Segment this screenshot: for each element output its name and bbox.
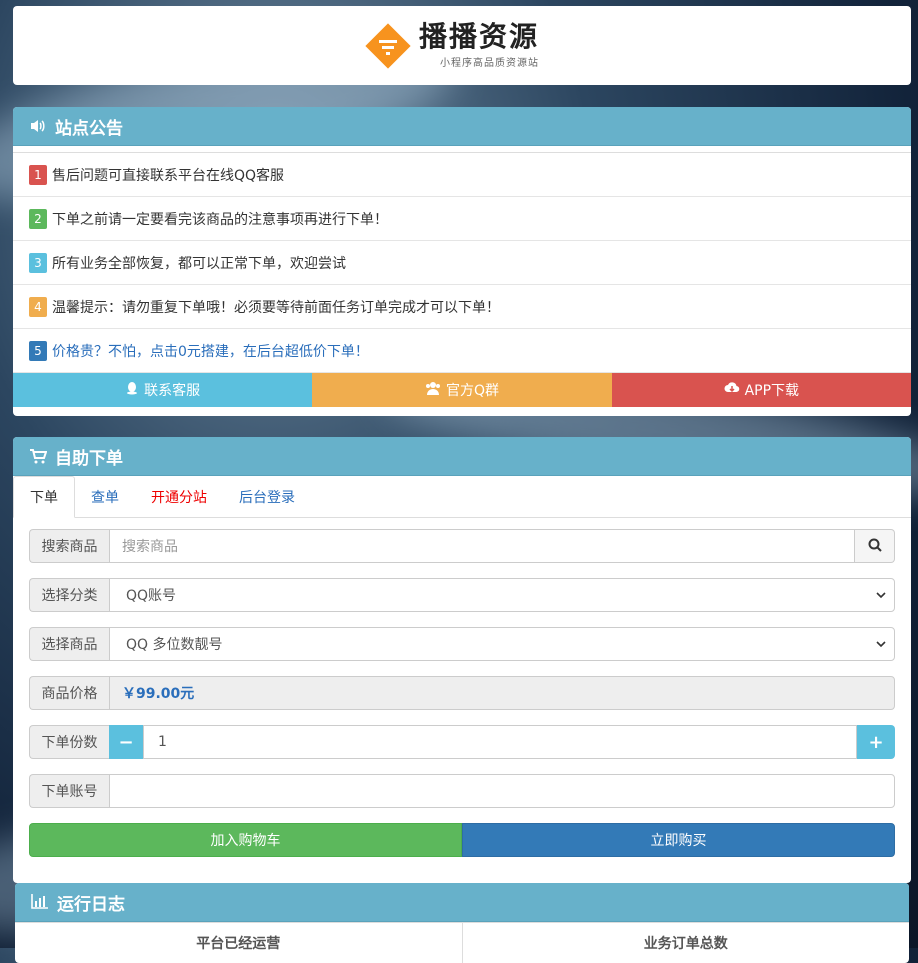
notice-text: 售后问题可直接联系平台在线QQ客服	[52, 167, 285, 184]
contact-service-label: 联系客服	[144, 383, 201, 399]
search-row: 搜索商品 搜索商品	[29, 529, 895, 563]
category-value: QQ账号	[126, 588, 177, 604]
notice-number-badge: 4	[29, 296, 47, 317]
quantity-row: 下单份数 − 1 +	[29, 725, 895, 759]
logo-card: 播播资源 小程序高品质资源站	[13, 6, 911, 85]
app-download-label: APP下载	[744, 383, 800, 399]
notice-item: 2 下单之前请一定要看完该商品的注意事项再进行下单！	[13, 197, 911, 241]
users-icon	[425, 381, 441, 399]
account-input[interactable]	[109, 774, 895, 808]
purchase-button-row: 加入购物车 立即购买	[29, 823, 895, 857]
order-tabs: 下单 查单 开通分站 后台登录	[13, 476, 911, 518]
price-value: ￥99.00元	[122, 686, 195, 702]
notice-item: 3 所有业务全部恢复，都可以正常下单，欢迎尝试	[13, 241, 911, 285]
notice-text: 下单之前请一定要看完该商品的注意事项再进行下单！	[52, 211, 388, 228]
chevron-down-icon	[876, 587, 886, 603]
notice-title: 站点公告	[55, 118, 123, 139]
add-to-cart-button[interactable]: 加入购物车	[29, 823, 462, 857]
notice-item: 1 售后问题可直接联系平台在线QQ客服	[13, 153, 911, 197]
chevron-down-icon	[876, 636, 886, 652]
product-row: 选择商品 QQ 多位数靓号	[29, 627, 895, 661]
category-row: 选择分类 QQ账号	[29, 578, 895, 612]
tab-open-substation[interactable]: 开通分站	[135, 476, 223, 517]
cloud-download-icon	[724, 381, 740, 399]
tab-admin-login[interactable]: 后台登录	[223, 476, 311, 517]
search-button[interactable]	[855, 529, 895, 563]
official-qq-group-button[interactable]: 官方Q群	[312, 373, 612, 407]
notice-item: 4 温馨提示：请勿重复下单哦！必须要等待前面任务订单完成才可以下单！	[13, 285, 911, 329]
official-qq-group-label: 官方Q群	[445, 383, 499, 399]
category-select[interactable]: QQ账号	[109, 578, 895, 612]
search-input[interactable]: 搜索商品	[109, 529, 855, 563]
tab-order[interactable]: 下单	[13, 476, 75, 518]
price-row: 商品价格 ￥99.00元	[29, 676, 895, 710]
quantity-minus-button[interactable]: −	[109, 725, 143, 759]
notice-list: 1 售后问题可直接联系平台在线QQ客服 2 下单之前请一定要看完该商品的注意事项…	[13, 152, 911, 373]
logo-subtitle: 小程序高品质资源站	[440, 58, 540, 69]
account-label: 下单账号	[29, 774, 109, 808]
quantity-input[interactable]: 1	[143, 725, 857, 759]
price-field: ￥99.00元	[109, 676, 895, 710]
tab-query[interactable]: 查单	[75, 476, 135, 517]
notice-text: 温馨提示：请勿重复下单哦！必须要等待前面任务订单完成才可以下单！	[52, 299, 500, 316]
site-logo[interactable]: 播播资源 小程序高品质资源站	[365, 22, 539, 69]
notice-number-badge: 1	[29, 164, 47, 185]
log-order-count-heading: 业务订单总数	[461, 923, 910, 963]
log-columns: 平台已经运营 业务订单总数	[15, 922, 909, 963]
quantity-label: 下单份数	[29, 725, 109, 759]
log-header: 运行日志	[15, 883, 909, 922]
order-header: 自助下单	[13, 437, 911, 476]
log-uptime-heading: 平台已经运营	[196, 936, 281, 952]
product-label: 选择商品	[29, 627, 109, 661]
notice-header: 站点公告	[13, 107, 911, 146]
log-panel: 运行日志 平台已经运营 业务订单总数	[15, 883, 909, 963]
buy-now-button[interactable]: 立即购买	[462, 823, 895, 857]
notice-item-link[interactable]: 5 价格贵？不怕，点击0元搭建，在后台超低价下单！	[13, 329, 911, 373]
app-download-button[interactable]: APP下载	[611, 373, 911, 407]
price-label: 商品价格	[29, 676, 109, 710]
logo-diamond-icon	[365, 22, 411, 69]
notice-number-badge: 2	[29, 208, 47, 229]
notice-text: 所有业务全部恢复，都可以正常下单，欢迎尝试	[52, 255, 346, 272]
search-label: 搜索商品	[29, 529, 109, 563]
logo-title: 播播资源	[419, 20, 540, 53]
contact-service-button[interactable]: 联系客服	[13, 373, 313, 407]
order-title: 自助下单	[55, 448, 123, 469]
notice-button-row: 联系客服 官方Q群 APP下载	[13, 373, 911, 407]
notice-number-badge: 3	[29, 252, 47, 273]
speaker-icon	[29, 117, 47, 135]
quantity-plus-button[interactable]: +	[857, 725, 895, 759]
category-label: 选择分类	[29, 578, 109, 612]
qq-penguin-icon	[125, 381, 139, 399]
log-title: 运行日志	[57, 894, 125, 915]
order-panel: 自助下单 下单 查单 开通分站 后台登录 搜索商品 搜索商品 选择分类 QQ账号…	[13, 437, 911, 883]
product-value: QQ 多位数靓号	[126, 637, 223, 653]
notice-number-badge: 5	[29, 340, 47, 361]
cart-icon	[29, 447, 47, 465]
search-icon	[868, 537, 882, 556]
product-select[interactable]: QQ 多位数靓号	[109, 627, 895, 661]
account-row: 下单账号	[29, 774, 895, 808]
notice-link-text[interactable]: 价格贵？不怕，点击0元搭建，在后台超低价下单！	[52, 341, 369, 361]
bar-chart-icon	[31, 893, 49, 911]
notice-panel: 站点公告 1 售后问题可直接联系平台在线QQ客服 2 下单之前请一定要看完该商品…	[13, 107, 911, 416]
